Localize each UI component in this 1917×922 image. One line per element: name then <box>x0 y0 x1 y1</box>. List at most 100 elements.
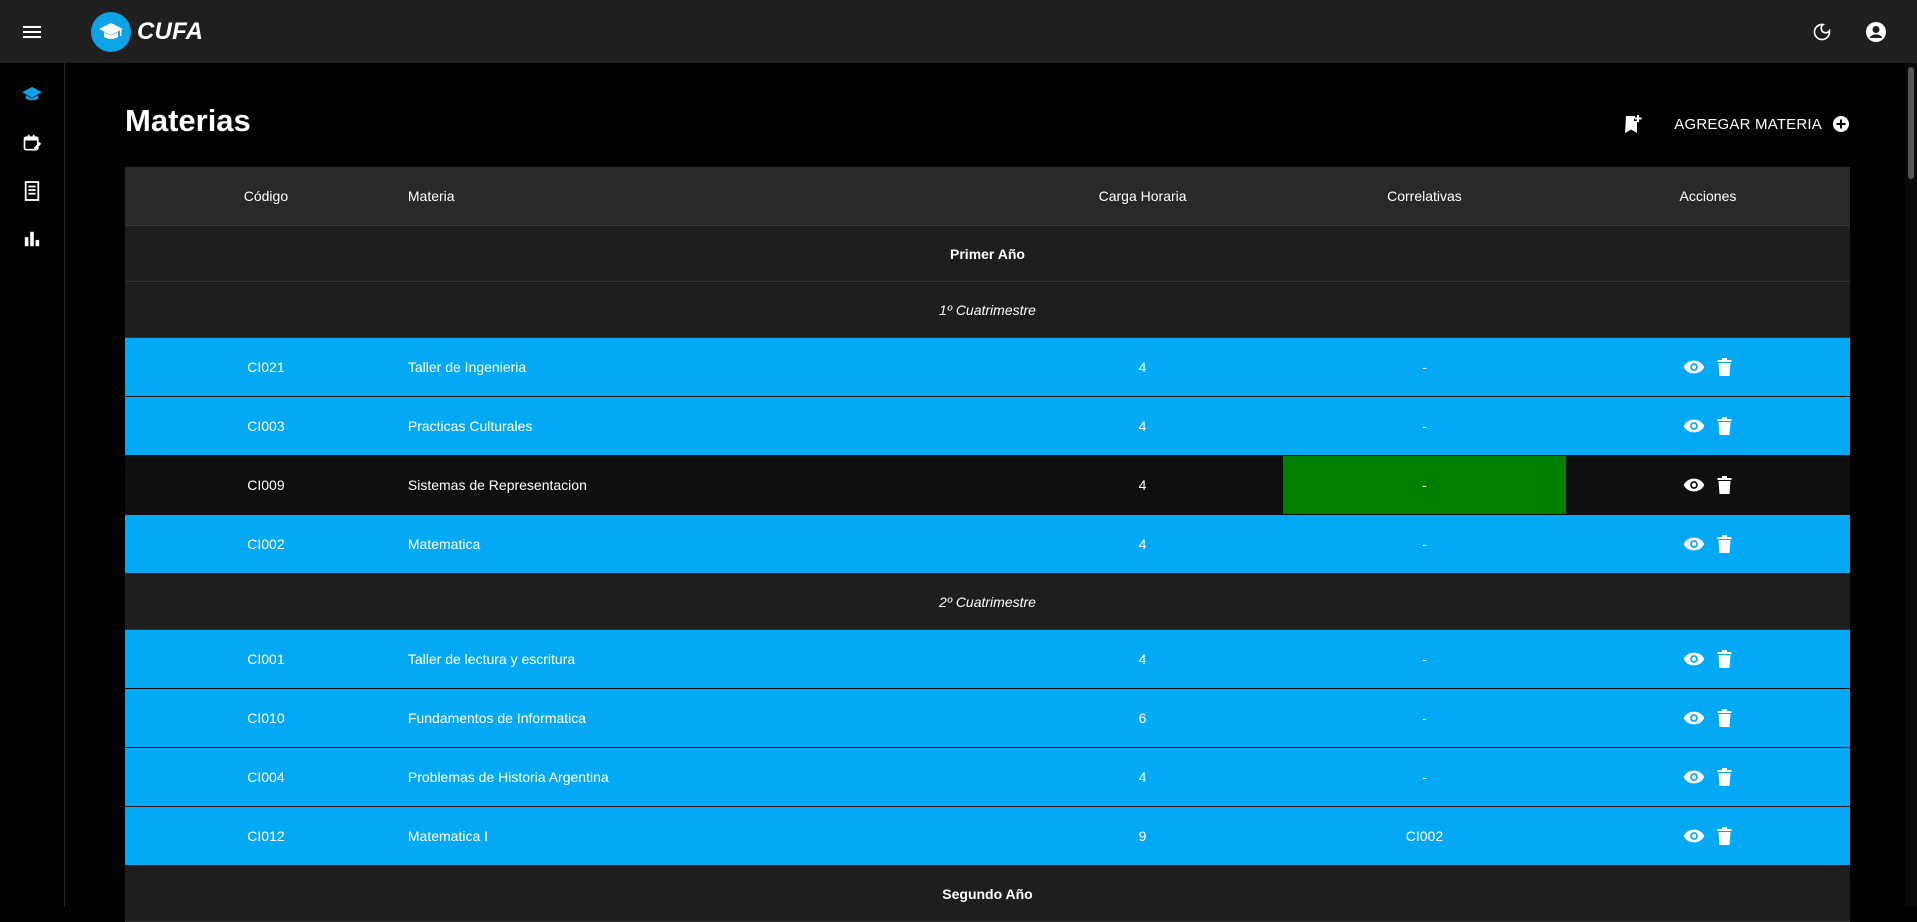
table-row[interactable]: CI001 Taller de lectura y escritura 4 - <box>125 629 1850 689</box>
group-label: Primer Año <box>125 225 1850 282</box>
cell-correlativas-highlighted: - <box>1282 455 1566 515</box>
scrollbar[interactable] <box>1905 63 1917 906</box>
bookmark-add-icon <box>1625 115 1642 133</box>
cell-carga: 9 <box>1002 806 1283 866</box>
cell-acciones <box>1565 688 1850 748</box>
cell-correlativas: - <box>1282 337 1566 397</box>
menu-icon <box>23 25 41 38</box>
cell-codigo: CI003 <box>125 396 407 456</box>
scrollbar-thumb[interactable] <box>1908 67 1914 179</box>
trash-icon[interactable] <box>1717 827 1732 845</box>
table-row[interactable]: CI003 Practicas Culturales 4 - <box>125 396 1850 456</box>
trash-icon[interactable] <box>1717 417 1732 435</box>
menu-button[interactable] <box>0 0 64 63</box>
cell-correlativas: - <box>1282 688 1566 748</box>
cell-carga: 4 <box>1002 514 1283 574</box>
eye-icon[interactable] <box>1683 359 1705 375</box>
header-acciones: Acciones <box>1565 167 1850 226</box>
cell-materia: Matematica I <box>406 806 1003 866</box>
header-codigo[interactable]: Código <box>125 167 407 226</box>
cell-carga: 4 <box>1002 629 1283 689</box>
cell-carga: 4 <box>1002 455 1283 515</box>
sidebar <box>0 63 65 906</box>
cell-correlativas: - <box>1282 396 1566 456</box>
group-row-year: Primer Año <box>125 225 1850 282</box>
add-materia-label: AGREGAR MATERIA <box>1674 115 1822 133</box>
cell-carga: 4 <box>1002 396 1283 456</box>
cell-acciones <box>1565 806 1850 866</box>
page-title: Materias <box>125 103 251 138</box>
sidebar-item-materias[interactable] <box>0 71 64 119</box>
table-row[interactable]: CI002 Matematica 4 - <box>125 514 1850 574</box>
sidebar-item-stats[interactable] <box>0 215 64 263</box>
group-row-cuatrimestre: 1º Cuatrimestre <box>125 281 1850 338</box>
bar-chart-icon <box>24 231 40 247</box>
theme-toggle-button[interactable] <box>1809 19 1835 45</box>
cell-codigo: CI001 <box>125 629 407 689</box>
group-label: 1º Cuatrimestre <box>125 281 1850 338</box>
cell-materia: Fundamentos de Informatica <box>406 688 1003 748</box>
cell-correlativas: - <box>1282 629 1566 689</box>
trash-icon[interactable] <box>1717 358 1732 376</box>
eye-icon[interactable] <box>1683 477 1705 493</box>
cell-acciones <box>1565 396 1850 456</box>
materias-table: Código Materia Carga Horaria Correlativa… <box>125 167 1850 922</box>
account-button[interactable] <box>1863 19 1889 45</box>
app-logo[interactable]: CUFA <box>91 11 204 52</box>
eye-icon[interactable] <box>1683 710 1705 726</box>
header-materia[interactable]: Materia <box>406 167 1003 226</box>
trash-icon[interactable] <box>1717 768 1732 786</box>
eye-icon[interactable] <box>1683 828 1705 844</box>
group-row-year: Segundo Año <box>125 865 1850 922</box>
table-row[interactable]: CI009 Sistemas de Representacion 4 - <box>125 455 1850 515</box>
cell-acciones <box>1565 629 1850 689</box>
eye-icon[interactable] <box>1683 651 1705 667</box>
add-materia-button[interactable]: AGREGAR MATERIA <box>1674 115 1850 133</box>
cell-acciones <box>1565 337 1850 397</box>
cell-acciones <box>1565 747 1850 807</box>
sidebar-item-receipt[interactable] <box>0 167 64 215</box>
table-row[interactable]: CI010 Fundamentos de Informatica 6 - <box>125 688 1850 748</box>
cell-codigo: CI004 <box>125 747 407 807</box>
trash-icon[interactable] <box>1717 476 1732 494</box>
cell-materia: Matematica <box>406 514 1003 574</box>
cell-correlativas: - <box>1282 747 1566 807</box>
eye-icon[interactable] <box>1683 418 1705 434</box>
cell-carga: 4 <box>1002 337 1283 397</box>
calendar-edit-icon <box>23 134 42 151</box>
cell-correlativas: - <box>1282 514 1566 574</box>
account-circle-icon <box>1866 21 1886 42</box>
cell-materia: Practicas Culturales <box>406 396 1003 456</box>
cell-correlativas: CI002 <box>1282 806 1566 866</box>
table-row[interactable]: CI021 Taller de Ingenieria 4 - <box>125 337 1850 397</box>
trash-icon[interactable] <box>1717 650 1732 668</box>
trash-icon[interactable] <box>1717 535 1732 553</box>
group-label: 2º Cuatrimestre <box>125 573 1850 630</box>
main-content: Materias AGREGAR MATERIA Código Materia … <box>125 63 1850 922</box>
group-label: Segundo Año <box>125 865 1850 922</box>
cell-acciones <box>1565 455 1850 515</box>
app-title: CUFA <box>137 17 204 45</box>
eye-icon[interactable] <box>1683 536 1705 552</box>
app-bar: CUFA <box>0 0 1917 63</box>
cell-materia: Taller de lectura y escritura <box>406 629 1003 689</box>
graduation-cap-icon <box>91 11 131 52</box>
moon-icon <box>1813 23 1831 40</box>
table-row[interactable]: CI012 Matematica I 9 CI002 <box>125 806 1850 866</box>
cell-materia: Sistemas de Representacion <box>406 455 1003 515</box>
eye-icon[interactable] <box>1683 769 1705 785</box>
cell-carga: 6 <box>1002 688 1283 748</box>
school-icon <box>22 86 42 101</box>
trash-icon[interactable] <box>1717 709 1732 727</box>
receipt-icon <box>24 181 40 201</box>
header-correlativas[interactable]: Correlativas <box>1282 167 1566 226</box>
cell-codigo: CI012 <box>125 806 407 866</box>
bookmark-add-button[interactable] <box>1620 111 1646 137</box>
cell-codigo: CI010 <box>125 688 407 748</box>
table-row[interactable]: CI004 Problemas de Historia Argentina 4 … <box>125 747 1850 807</box>
header-carga-horaria[interactable]: Carga Horaria <box>1002 167 1283 226</box>
cell-codigo: CI002 <box>125 514 407 574</box>
sidebar-item-calendar[interactable] <box>0 119 64 167</box>
cell-codigo: CI021 <box>125 337 407 397</box>
cell-materia: Problemas de Historia Argentina <box>406 747 1003 807</box>
